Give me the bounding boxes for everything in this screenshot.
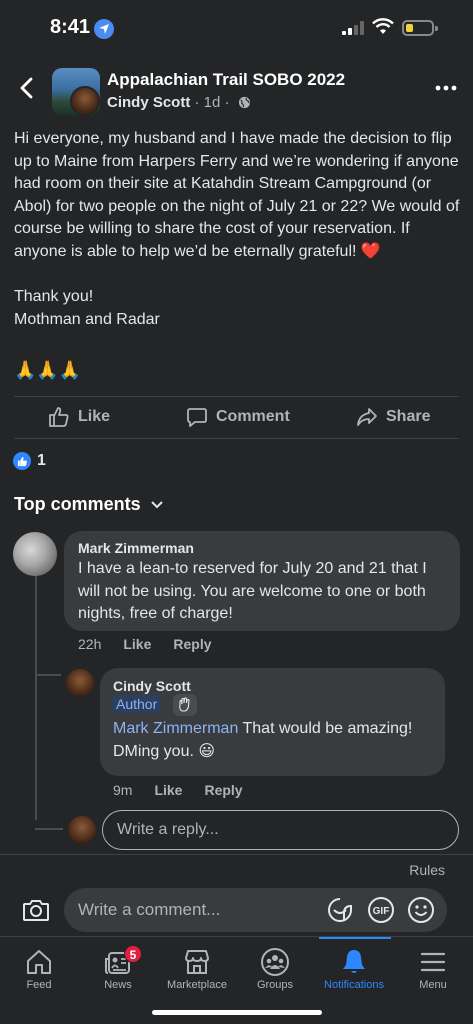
share-icon — [357, 408, 377, 426]
wave-icon — [173, 694, 197, 716]
post-text: Hi everyone, my husband and I have made … — [14, 130, 460, 260]
avatar[interactable] — [13, 532, 57, 576]
divider — [0, 854, 473, 855]
back-arrow-icon[interactable] — [16, 76, 40, 100]
bell-icon — [343, 950, 365, 973]
reply-text: Mark Zimmerman That would be amazing! DM… — [113, 718, 438, 763]
thread-connector — [35, 828, 63, 830]
group-avatar[interactable] — [52, 68, 100, 116]
tab-label: News — [104, 979, 132, 991]
rules-link[interactable]: Rules — [409, 862, 445, 878]
post-closing: Thank you! Mothman and Radar — [14, 288, 160, 328]
avatar — [68, 816, 96, 844]
reaction-count: 1 — [37, 452, 46, 469]
comment-reply-button[interactable]: Reply — [173, 636, 211, 652]
reply-author[interactable]: Cindy Scott — [113, 678, 191, 694]
author-avatar — [70, 86, 100, 116]
camera-icon[interactable] — [22, 897, 50, 923]
comment-meta: 22h Like Reply — [78, 636, 212, 652]
post-meta: Cindy Scott · 1d · — [107, 94, 251, 111]
reply-input[interactable]: Write a reply... — [102, 810, 459, 850]
status-bar: 8:41 — [0, 0, 473, 56]
wifi-icon — [372, 18, 394, 34]
tab-label: Marketplace — [167, 979, 227, 991]
svg-text:GIF: GIF — [373, 906, 390, 917]
location-icon — [94, 19, 114, 39]
post-author[interactable]: Cindy Scott — [107, 94, 190, 111]
thumbs-up-icon — [49, 407, 69, 427]
comments-sort[interactable]: Top comments — [14, 494, 163, 515]
tab-label: Feed — [26, 979, 52, 991]
prayer-emoji: 🙏🙏🙏 — [14, 360, 82, 380]
groups-icon — [261, 948, 289, 976]
more-options-icon[interactable] — [435, 76, 457, 100]
sticker-icon[interactable] — [326, 896, 354, 924]
reply-meta: 9m Like Reply — [113, 782, 243, 798]
reactions-summary[interactable]: 1 — [13, 452, 46, 470]
status-time: 8:41 — [50, 16, 91, 38]
heart-emoji: ❤️ — [360, 242, 381, 260]
thread-line — [35, 574, 37, 820]
tab-groups[interactable]: Groups — [235, 945, 315, 991]
divider — [14, 396, 459, 397]
marketplace-icon — [185, 950, 209, 974]
comment-button[interactable]: Comment — [186, 406, 290, 428]
globe-icon — [238, 96, 250, 109]
comment-text: I have a lean-to reserved for July 20 an… — [78, 560, 427, 622]
home-icon — [27, 950, 51, 974]
tab-marketplace[interactable]: Marketplace — [157, 945, 237, 991]
home-indicator — [152, 1010, 322, 1015]
signal-icon — [342, 21, 364, 35]
like-button[interactable]: Like — [48, 406, 110, 428]
emoji-icon[interactable] — [407, 896, 435, 924]
share-label: Share — [386, 408, 431, 425]
divider — [14, 438, 459, 439]
post-actions: Like Comment Share — [0, 398, 473, 438]
reply-reply-button[interactable]: Reply — [204, 782, 242, 798]
comment-time: 22h — [78, 636, 102, 652]
post-header: Appalachian Trail SOBO 2022 Cindy Scott … — [0, 64, 473, 120]
menu-icon — [420, 952, 446, 972]
thread-connector — [35, 674, 61, 676]
tab-label: Menu — [419, 979, 447, 991]
active-tab-indicator — [319, 937, 391, 939]
share-button[interactable]: Share — [356, 406, 430, 428]
post-body: Hi everyone, my husband and I have made … — [14, 128, 464, 331]
post-time: · 1d · — [194, 94, 230, 111]
tab-feed[interactable]: Feed — [0, 945, 79, 991]
comment-composer: Write a comment... GIF — [0, 884, 473, 936]
tab-label: Groups — [256, 979, 294, 991]
comment-author[interactable]: Mark Zimmerman — [78, 540, 194, 556]
like-label: Like — [78, 408, 111, 425]
chevron-down-icon — [150, 500, 163, 508]
mention-link[interactable]: Mark Zimmerman — [113, 720, 238, 737]
reply-like-button[interactable]: Like — [154, 782, 182, 798]
tab-label: Notifications — [324, 979, 384, 991]
battery-icon — [402, 20, 438, 36]
notification-badge: 5 — [124, 945, 142, 963]
gif-icon[interactable]: GIF — [367, 896, 395, 924]
tab-news[interactable]: 5 News — [78, 945, 158, 991]
comment-label: Comment — [216, 408, 290, 425]
comment-icon — [187, 408, 207, 427]
author-badge: Author — [112, 695, 162, 713]
tab-notifications[interactable]: Notifications — [314, 945, 394, 991]
tab-menu[interactable]: Menu — [393, 945, 473, 991]
comments-sort-label: Top comments — [14, 494, 141, 514]
group-title[interactable]: Appalachian Trail SOBO 2022 — [107, 70, 345, 90]
avatar[interactable] — [66, 669, 94, 697]
like-reaction-icon — [13, 452, 31, 470]
reply-time: 9m — [113, 782, 133, 798]
comment-like-button[interactable]: Like — [123, 636, 151, 652]
